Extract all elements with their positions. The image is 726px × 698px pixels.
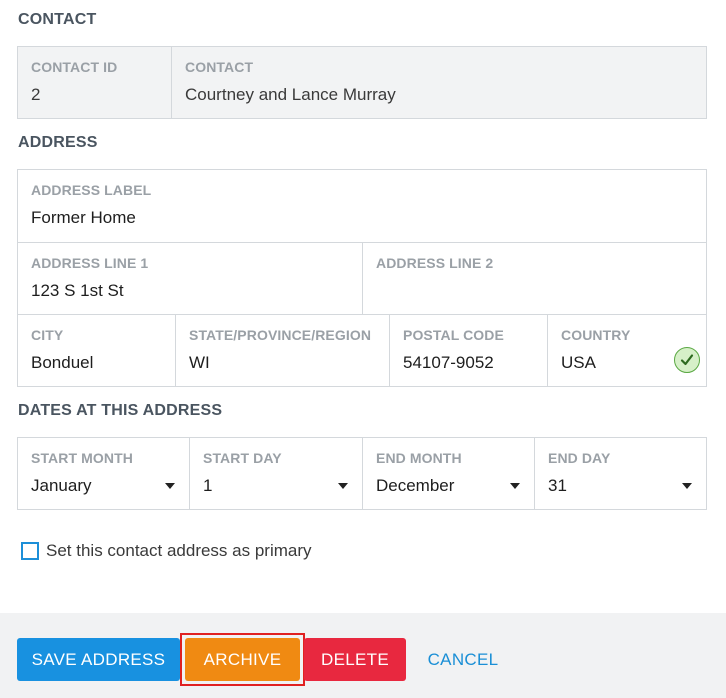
address-line2-label: ADDRESS LINE 2 xyxy=(376,255,494,271)
delete-button[interactable]: DELETE xyxy=(304,638,406,681)
postal-code-field[interactable]: POSTAL CODE 54107-9052 xyxy=(390,315,548,386)
contact-grid: CONTACT ID 2 CONTACT Courtney and Lance … xyxy=(17,46,707,119)
chevron-down-icon[interactable] xyxy=(338,483,348,489)
city-field[interactable]: CITY Bonduel xyxy=(18,315,176,386)
archive-button[interactable]: ARCHIVE xyxy=(185,638,300,681)
contact-name-label: CONTACT xyxy=(185,59,254,75)
save-address-button[interactable]: SAVE ADDRESS xyxy=(17,638,180,681)
state-label: STATE/PROVINCE/REGION xyxy=(189,327,372,343)
address-label-field[interactable]: ADDRESS LABEL Former Home xyxy=(18,170,706,243)
primary-address-option[interactable]: Set this contact address as primary xyxy=(21,541,312,561)
contact-id-field: CONTACT ID 2 xyxy=(18,47,172,118)
contact-section-title: CONTACT xyxy=(18,11,97,28)
address-line1-value[interactable]: 123 S 1st St xyxy=(31,281,349,301)
state-value[interactable]: WI xyxy=(189,353,376,373)
postal-code-label: POSTAL CODE xyxy=(403,327,504,343)
city-value[interactable]: Bonduel xyxy=(31,353,162,373)
country-value[interactable]: USA xyxy=(561,353,693,373)
address-line1-label: ADDRESS LINE 1 xyxy=(31,255,149,271)
start-day-label: START DAY xyxy=(203,450,282,466)
chevron-down-icon[interactable] xyxy=(510,483,520,489)
end-day-label: END DAY xyxy=(548,450,611,466)
end-month-label: END MONTH xyxy=(376,450,462,466)
start-day-value[interactable]: 1 xyxy=(203,476,349,496)
end-month-value[interactable]: December xyxy=(376,476,521,496)
address-line1-field[interactable]: ADDRESS LINE 1 123 S 1st St xyxy=(18,243,363,315)
start-day-select[interactable]: START DAY 1 xyxy=(190,438,363,509)
start-month-select[interactable]: START MONTH January xyxy=(18,438,190,509)
chevron-down-icon[interactable] xyxy=(682,483,692,489)
end-day-value[interactable]: 31 xyxy=(548,476,693,496)
dates-section-title: DATES AT THIS ADDRESS xyxy=(18,402,223,419)
start-month-label: START MONTH xyxy=(31,450,133,466)
country-label: COUNTRY xyxy=(561,327,631,343)
end-month-select[interactable]: END MONTH December xyxy=(363,438,535,509)
address-section-title: ADDRESS xyxy=(18,134,98,151)
dates-grid: START MONTH January START DAY 1 END MONT… xyxy=(17,437,707,510)
address-label-value[interactable]: Former Home xyxy=(31,208,693,228)
chevron-down-icon[interactable] xyxy=(165,483,175,489)
start-month-value[interactable]: January xyxy=(31,476,176,496)
state-field[interactable]: STATE/PROVINCE/REGION WI xyxy=(176,315,390,386)
contact-id-label: CONTACT ID xyxy=(31,59,118,75)
end-day-select[interactable]: END DAY 31 xyxy=(535,438,706,509)
address-label-label: ADDRESS LABEL xyxy=(31,182,152,198)
address-line2-field[interactable]: ADDRESS LINE 2 xyxy=(363,243,706,315)
contact-name-field: CONTACT Courtney and Lance Murray xyxy=(172,47,706,118)
contact-id-value: 2 xyxy=(31,85,41,104)
cancel-button[interactable]: CANCEL xyxy=(418,638,508,681)
primary-checkbox-label[interactable]: Set this contact address as primary xyxy=(46,541,312,561)
postal-code-value[interactable]: 54107-9052 xyxy=(403,353,534,373)
primary-checkbox[interactable] xyxy=(21,542,39,560)
city-label: CITY xyxy=(31,327,64,343)
check-circle-icon xyxy=(674,347,700,373)
country-field[interactable]: COUNTRY USA xyxy=(548,315,706,386)
contact-name-value: Courtney and Lance Murray xyxy=(185,85,396,104)
address-grid: ADDRESS LABEL Former Home ADDRESS LINE 1… xyxy=(17,169,707,387)
